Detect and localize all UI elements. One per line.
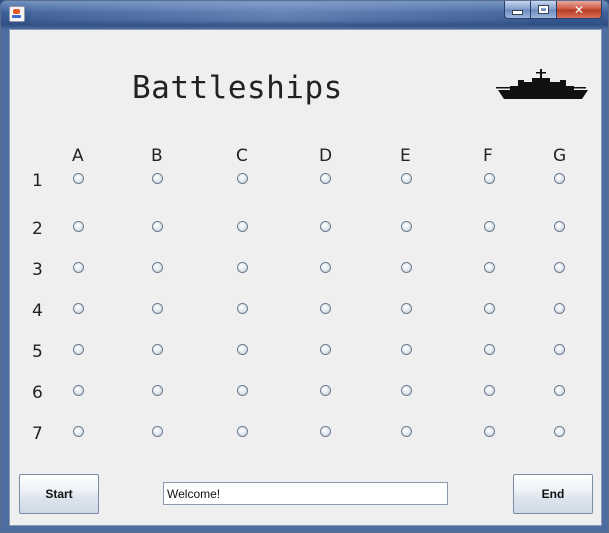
- grid-cell-radio[interactable]: [237, 344, 248, 355]
- window-controls: ✕: [504, 1, 602, 19]
- java-cup-icon: [9, 6, 25, 22]
- row-label: 2: [32, 219, 43, 239]
- close-icon: ✕: [573, 2, 585, 17]
- grid-cell-radio[interactable]: [320, 344, 331, 355]
- start-button[interactable]: Start: [19, 474, 99, 514]
- grid-cell-radio[interactable]: [73, 303, 84, 314]
- grid-cell-radio[interactable]: [320, 303, 331, 314]
- grid-cell-radio[interactable]: [484, 173, 495, 184]
- grid-cell-radio[interactable]: [401, 344, 412, 355]
- column-label: C: [236, 146, 248, 166]
- grid-cell-radio[interactable]: [401, 221, 412, 232]
- column-label: A: [72, 146, 84, 166]
- grid-cell-radio[interactable]: [152, 221, 163, 232]
- grid-cell-radio[interactable]: [320, 385, 331, 396]
- grid-cell-radio[interactable]: [237, 262, 248, 273]
- grid-cell-radio[interactable]: [554, 303, 565, 314]
- grid-cell-radio[interactable]: [554, 344, 565, 355]
- grid-cell-radio[interactable]: [73, 262, 84, 273]
- grid-cell-radio[interactable]: [152, 385, 163, 396]
- column-label: B: [151, 146, 163, 166]
- grid-cell-radio[interactable]: [237, 426, 248, 437]
- row-label: 4: [32, 301, 43, 321]
- status-text-field[interactable]: Welcome!: [163, 482, 448, 505]
- grid-cell-radio[interactable]: [320, 173, 331, 184]
- app-window: ✕ Battleships ABCDEFG 1234567 Start Welc…: [0, 0, 609, 533]
- minimize-button[interactable]: [504, 1, 531, 19]
- row-label: 6: [32, 383, 43, 403]
- grid-cell-radio[interactable]: [484, 221, 495, 232]
- grid-cell-radio[interactable]: [73, 344, 84, 355]
- grid-cell-radio[interactable]: [484, 262, 495, 273]
- grid-cell-radio[interactable]: [152, 262, 163, 273]
- grid-cell-radio[interactable]: [320, 426, 331, 437]
- grid-cell-radio[interactable]: [554, 262, 565, 273]
- end-button[interactable]: End: [513, 474, 593, 514]
- grid-cell-radio[interactable]: [152, 426, 163, 437]
- grid-cell-radio[interactable]: [237, 173, 248, 184]
- grid-cell-radio[interactable]: [152, 173, 163, 184]
- grid-cell-radio[interactable]: [73, 385, 84, 396]
- page-title: Battleships: [132, 70, 343, 106]
- grid-cell-radio[interactable]: [401, 303, 412, 314]
- column-label: D: [319, 146, 333, 166]
- maximize-icon: [538, 5, 549, 14]
- grid-cell-radio[interactable]: [237, 385, 248, 396]
- column-label: F: [483, 146, 493, 166]
- column-label: E: [400, 146, 411, 166]
- grid-cell-radio[interactable]: [554, 173, 565, 184]
- grid-cell-radio[interactable]: [484, 426, 495, 437]
- grid-cell-radio[interactable]: [320, 262, 331, 273]
- grid-cell-radio[interactable]: [401, 262, 412, 273]
- grid-cell-radio[interactable]: [152, 344, 163, 355]
- row-label: 7: [32, 424, 43, 444]
- grid-cell-radio[interactable]: [152, 303, 163, 314]
- column-label: G: [553, 146, 567, 166]
- grid-cell-radio[interactable]: [73, 221, 84, 232]
- grid-cell-radio[interactable]: [237, 303, 248, 314]
- grid-cell-radio[interactable]: [484, 385, 495, 396]
- grid-cell-radio[interactable]: [554, 221, 565, 232]
- content-panel: Battleships A B C D E F G 1 2 3 4 5 6 7 Start Welcom…: [9, 29, 602, 526]
- grid-cell-radio[interactable]: [484, 344, 495, 355]
- row-label: 5: [32, 342, 43, 362]
- grid-cell-radio[interactable]: [401, 426, 412, 437]
- row-label: 3: [32, 260, 43, 280]
- title-bar[interactable]: ✕: [1, 1, 608, 25]
- title-bar-background: [29, 1, 529, 23]
- grid-cell-radio[interactable]: [401, 385, 412, 396]
- maximize-button[interactable]: [531, 1, 557, 19]
- grid-cell-radio[interactable]: [401, 173, 412, 184]
- grid-cell-radio[interactable]: [237, 221, 248, 232]
- grid-cell-radio[interactable]: [73, 426, 84, 437]
- grid-cell-radio[interactable]: [73, 173, 84, 184]
- battleship-silhouette-icon: [496, 69, 588, 99]
- grid-cell-radio[interactable]: [484, 303, 495, 314]
- grid-cell-radio[interactable]: [554, 426, 565, 437]
- grid-cell-radio[interactable]: [554, 385, 565, 396]
- grid-cell-radio[interactable]: [320, 221, 331, 232]
- minimize-icon: [512, 10, 523, 15]
- close-button[interactable]: ✕: [557, 1, 602, 19]
- row-label: 1: [32, 171, 43, 191]
